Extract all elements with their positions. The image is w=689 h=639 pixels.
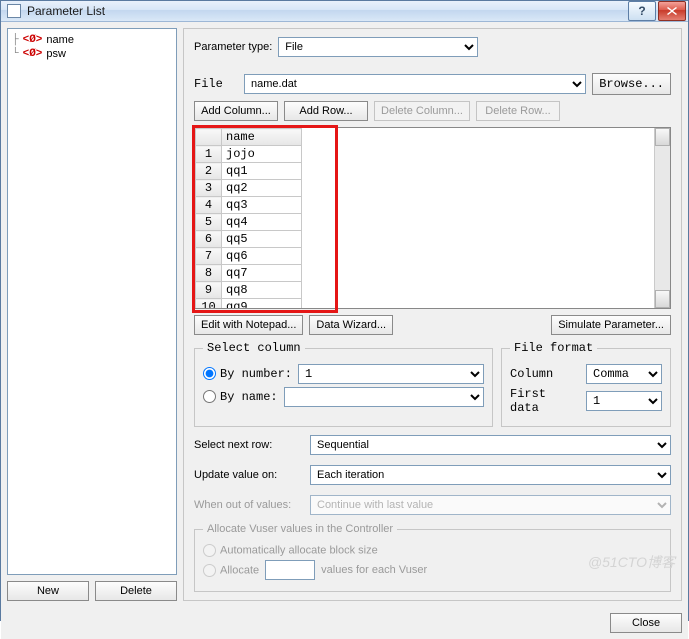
select-next-row-select[interactable]: Sequential: [310, 435, 671, 455]
by-number-radio-label[interactable]: By number:: [203, 367, 292, 381]
table-row[interactable]: 7qq6: [196, 248, 302, 265]
column-header-name[interactable]: name: [222, 129, 302, 146]
tree-line-icon: ├: [12, 34, 19, 46]
row-number[interactable]: 3: [196, 180, 222, 197]
data-wizard-button[interactable]: Data Wizard...: [309, 315, 393, 335]
column-delim-label: Column: [510, 367, 580, 381]
update-value-on-select[interactable]: Each iteration: [310, 465, 671, 485]
by-name-radio-label[interactable]: By name:: [203, 390, 278, 404]
first-data-select[interactable]: 1: [586, 391, 662, 411]
select-column-legend: Select column: [203, 341, 305, 355]
table-row[interactable]: 1jojo: [196, 146, 302, 163]
file-format-group: File format Column Comma First data 1: [501, 341, 671, 427]
cell-name[interactable]: qq2: [222, 180, 302, 197]
by-number-select[interactable]: 1: [298, 364, 484, 384]
file-format-legend: File format: [510, 341, 597, 355]
delete-column-button: Delete Column...: [374, 101, 470, 121]
table-row[interactable]: 2qq1: [196, 163, 302, 180]
allocate-legend: Allocate Vuser values in the Controller: [203, 523, 397, 535]
simulate-parameter-button[interactable]: Simulate Parameter...: [551, 315, 671, 335]
tree-item-name[interactable]: ├ <Ø> name: [10, 33, 174, 47]
param-type-label: Parameter type:: [194, 41, 272, 53]
row-number[interactable]: 4: [196, 197, 222, 214]
table-row[interactable]: 10qq9: [196, 299, 302, 309]
table-row[interactable]: 8qq7: [196, 265, 302, 282]
update-value-on-label: Update value on:: [194, 469, 304, 481]
help-button[interactable]: ?: [628, 1, 656, 21]
table-row[interactable]: 5qq4: [196, 214, 302, 231]
by-name-radio[interactable]: [203, 390, 216, 403]
row-number[interactable]: 5: [196, 214, 222, 231]
cell-name[interactable]: qq5: [222, 231, 302, 248]
first-data-label: First data: [510, 387, 580, 415]
column-delim-select[interactable]: Comma: [586, 364, 662, 384]
row-number[interactable]: 2: [196, 163, 222, 180]
allocate-radio-label: Allocate: [203, 564, 259, 577]
data-table[interactable]: name 1jojo2qq13qq24qq35qq46qq57qq68qq79q…: [195, 128, 302, 308]
window-title: Parameter List: [27, 4, 622, 18]
delete-button[interactable]: Delete: [95, 581, 177, 601]
cell-name[interactable]: qq9: [222, 299, 302, 309]
cell-name[interactable]: qq3: [222, 197, 302, 214]
row-number[interactable]: 8: [196, 265, 222, 282]
row-number[interactable]: 9: [196, 282, 222, 299]
cell-name[interactable]: qq4: [222, 214, 302, 231]
app-icon: [7, 4, 21, 18]
by-name-select[interactable]: [284, 387, 484, 407]
cell-name[interactable]: qq8: [222, 282, 302, 299]
edit-notepad-button[interactable]: Edit with Notepad...: [194, 315, 303, 335]
data-table-container: name 1jojo2qq13qq24qq35qq46qq57qq68qq79q…: [194, 127, 671, 309]
auto-allocate-radio-label: Automatically allocate block size: [203, 544, 378, 557]
table-row[interactable]: 9qq8: [196, 282, 302, 299]
tree-item-label: name: [46, 34, 74, 46]
out-of-values-label: When out of values:: [194, 499, 304, 511]
table-row[interactable]: 3qq2: [196, 180, 302, 197]
table-row[interactable]: 4qq3: [196, 197, 302, 214]
row-number[interactable]: 7: [196, 248, 222, 265]
param-type-select[interactable]: File: [278, 37, 478, 57]
add-row-button[interactable]: Add Row...: [284, 101, 368, 121]
allocate-count-input: [265, 560, 315, 580]
vertical-scrollbar[interactable]: [654, 128, 670, 308]
out-of-values-select: Continue with last value: [310, 495, 671, 515]
by-number-radio[interactable]: [203, 367, 216, 380]
close-window-button[interactable]: [658, 1, 686, 21]
row-number[interactable]: 10: [196, 299, 222, 309]
tree-item-psw[interactable]: └ <Ø> psw: [10, 47, 174, 61]
cell-name[interactable]: qq6: [222, 248, 302, 265]
tree-line-icon: └: [12, 48, 19, 60]
param-tag-icon: <Ø>: [23, 48, 43, 60]
browse-button[interactable]: Browse...: [592, 73, 671, 95]
file-label: File: [194, 77, 238, 91]
file-select[interactable]: name.dat: [244, 74, 586, 94]
allocate-radio: [203, 564, 216, 577]
dialog-close-button[interactable]: Close: [610, 613, 682, 633]
table-row[interactable]: 6qq5: [196, 231, 302, 248]
cell-name[interactable]: qq1: [222, 163, 302, 180]
delete-row-button: Delete Row...: [476, 101, 560, 121]
cell-name[interactable]: qq7: [222, 265, 302, 282]
row-number[interactable]: 1: [196, 146, 222, 163]
select-column-group: Select column By number: 1 By name:: [194, 341, 493, 427]
allocate-suffix: values for each Vuser: [321, 564, 427, 576]
new-button[interactable]: New: [7, 581, 89, 601]
cell-name[interactable]: jojo: [222, 146, 302, 163]
param-tag-icon: <Ø>: [23, 34, 43, 46]
titlebar: Parameter List ?: [1, 1, 688, 22]
parameter-tree[interactable]: ├ <Ø> name └ <Ø> psw: [7, 28, 177, 575]
select-next-row-label: Select next row:: [194, 439, 304, 451]
allocate-vuser-group: Allocate Vuser values in the Controller …: [194, 523, 671, 592]
auto-allocate-radio: [203, 544, 216, 557]
tree-item-label: psw: [46, 48, 66, 60]
row-number[interactable]: 6: [196, 231, 222, 248]
add-column-button[interactable]: Add Column...: [194, 101, 278, 121]
parameter-list-dialog: Parameter List ? ├ <Ø> name └ <Ø> psw: [0, 0, 689, 621]
table-corner: [196, 129, 222, 146]
